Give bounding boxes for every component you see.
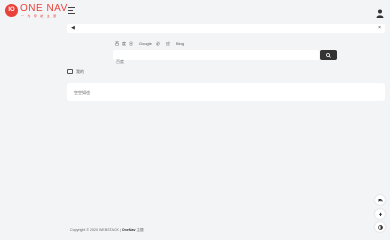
close-icon[interactable]: ×: [378, 25, 381, 31]
chat-button[interactable]: [375, 195, 385, 205]
logo[interactable]: IO ONE NAV 一 为 导 航 主 题: [5, 3, 68, 18]
engine-tab-google[interactable]: Google: [139, 40, 152, 47]
engine-tab[interactable]: 应: [166, 40, 170, 47]
arrow-up-icon: [377, 224, 383, 230]
footer: Copyright © 2020 WEBSTACK | OneNav 主题: [70, 228, 144, 233]
notice-bar: ◀ ×: [67, 24, 385, 33]
search-input[interactable]: [113, 56, 319, 67]
search-icon: [326, 52, 331, 58]
footer-theme-link[interactable]: OneNav: [122, 228, 136, 232]
engine-tab[interactable]: 百: [115, 40, 119, 47]
engine-tabs: 百 度 谷 Google 必 应 Bing: [113, 40, 339, 47]
section-title: 我的: [76, 69, 84, 74]
logo-name: ONE NAV: [20, 3, 68, 14]
engine-tab-bing[interactable]: Bing: [176, 40, 184, 47]
footer-copyright: Copyright © 2020: [70, 228, 100, 232]
logo-mark: IO: [5, 4, 18, 17]
footer-suffix: 主题: [135, 228, 144, 232]
search-box: [113, 50, 319, 67]
footer-site-link[interactable]: WEBSTACK: [99, 228, 119, 232]
top-bar: IO ONE NAV 一 为 导 航 主 题: [0, 0, 390, 22]
hamburger-icon[interactable]: [68, 7, 75, 14]
chat-icon: [378, 198, 382, 202]
user-icon[interactable]: [376, 5, 384, 18]
engine-tab[interactable]: 度: [122, 40, 126, 47]
engine-tab[interactable]: 谷: [129, 40, 133, 47]
back-to-top-button[interactable]: [375, 222, 385, 232]
engine-tab[interactable]: 必: [156, 40, 160, 47]
logo-tagline: 一 为 导 航 主 题: [21, 14, 58, 18]
moon-icon: [378, 212, 382, 216]
mail-icon: [67, 69, 73, 74]
megaphone-icon: ◀: [71, 25, 75, 31]
empty-text: 空空如也: [74, 90, 90, 95]
theme-toggle-button[interactable]: [375, 209, 385, 219]
search-button[interactable]: [320, 50, 337, 60]
empty-card: 空空如也: [67, 83, 385, 101]
